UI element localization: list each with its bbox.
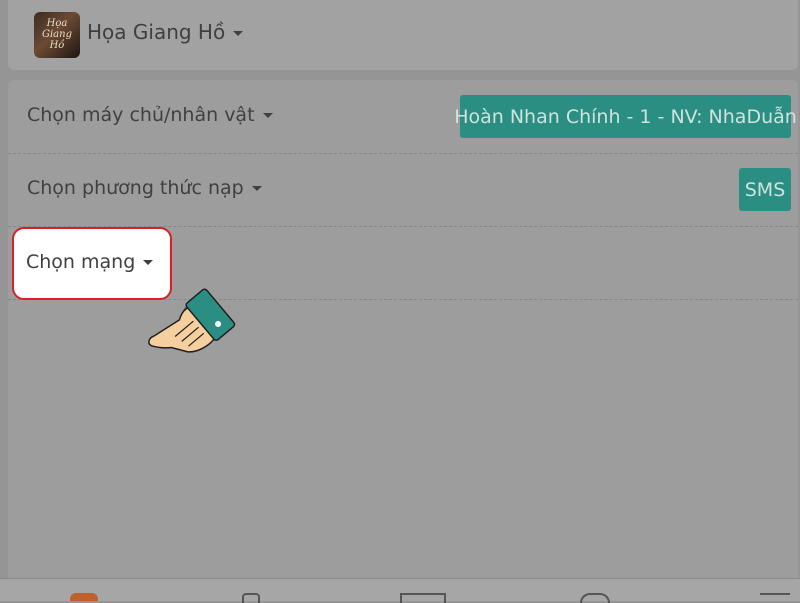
pointing-hand-icon — [148, 288, 236, 353]
network-label: Chọn mạng — [26, 251, 136, 273]
server-selector[interactable]: Chọn máy chủ/nhân vật — [27, 104, 273, 126]
header-bar: Họa Giang Hồ Họa Giang Hồ — [8, 0, 798, 70]
menu-icon[interactable] — [760, 593, 790, 603]
card-icon[interactable] — [400, 593, 446, 603]
caret-down-icon — [143, 260, 154, 265]
support-icon[interactable] — [580, 593, 610, 603]
payment-method-selector[interactable]: Chọn phương thức nạp — [27, 177, 262, 199]
caret-down-icon — [262, 113, 273, 118]
sms-button[interactable]: SMS — [739, 168, 791, 211]
bottom-nav — [0, 578, 800, 603]
game-selector[interactable]: Họa Giang Hồ — [87, 20, 244, 44]
selected-character-button[interactable]: Hoàn Nhan Chính - 1 - NV: NhaDuẫn — [454, 95, 797, 138]
server-row: Chọn máy chủ/nhân vật Hoàn Nhan Chính - … — [8, 80, 798, 154]
caret-down-icon — [233, 31, 244, 36]
payment-method-row: Chọn phương thức nạp SMS — [8, 153, 798, 227]
bottle-icon[interactable] — [242, 593, 260, 603]
recharge-panel: Chọn máy chủ/nhân vật Hoàn Nhan Chính - … — [8, 80, 798, 580]
server-label: Chọn máy chủ/nhân vật — [27, 104, 255, 126]
caret-down-icon — [251, 186, 262, 191]
game-title: Họa Giang Hồ — [87, 20, 226, 44]
game-logo: Họa Giang Hồ — [34, 12, 80, 58]
payment-method-label: Chọn phương thức nạp — [27, 177, 244, 199]
logo-text: Họa Giang Hồ — [42, 18, 72, 51]
network-selector[interactable]: Chọn mạng — [26, 251, 154, 273]
